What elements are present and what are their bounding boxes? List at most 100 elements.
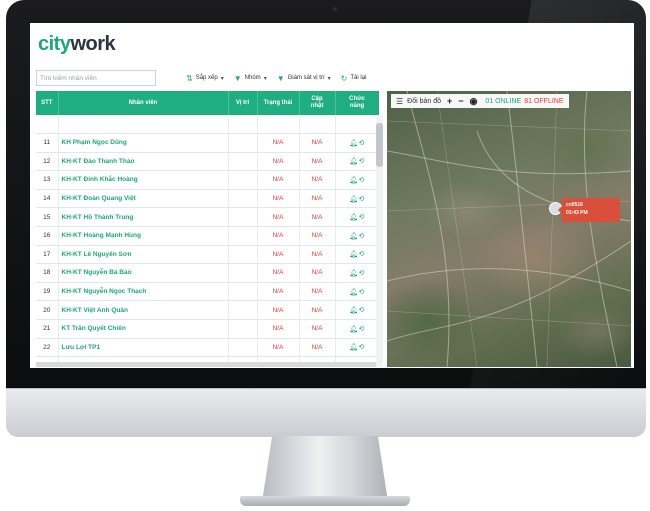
row-status: N/A (257, 319, 300, 339)
table-row[interactable]: 12 KH-KT Đào Thanh Thảo N/A N/A 🔔︎⟲ (36, 152, 379, 172)
table-row[interactable]: 19 KH-KT Nguyễn Ngọc Thạch N/A N/A 🔔︎⟲ (36, 282, 379, 302)
table-row[interactable]: 17 KH-KT Lê Nguyên Sơn N/A N/A 🔔︎⟲ (36, 245, 379, 265)
row-functions: 🔔︎⟲ (335, 300, 379, 320)
history-icon[interactable]: ⟲ (359, 196, 365, 203)
row-update: N/A (299, 207, 336, 227)
filter-icon: ▼ (276, 73, 285, 83)
history-icon[interactable]: ⟲ (359, 270, 365, 277)
row-status: N/A (257, 170, 300, 190)
row-functions: 🔔︎⟲ (335, 263, 379, 283)
row-status: N/A (257, 189, 300, 209)
row-employee-name[interactable]: KH-KT Hoàng Mạnh Hùng (58, 226, 229, 246)
row-stt: 14 (36, 189, 59, 209)
map-control-bar: ☰ Đổi bản đồ + − ◉ 01 ONLINE 81 OFFLINE (391, 94, 569, 108)
row-employee-name[interactable]: KH-KT Đinh Khắc Hoàng (58, 170, 229, 190)
horizontal-scrollbar[interactable] (36, 362, 376, 367)
citywork-logo: citywork (38, 33, 116, 55)
history-icon[interactable]: ⟲ (359, 251, 365, 258)
map-roads (387, 91, 631, 367)
bell-icon[interactable]: 🔔︎ (349, 196, 358, 203)
zoom-out-icon[interactable]: − (458, 96, 463, 106)
filter-icon: ▼ (233, 73, 242, 83)
row-employee-name[interactable]: KH Phạm Ngọc Dũng (58, 133, 229, 153)
row-position (228, 338, 258, 358)
row-update: N/A (299, 319, 336, 339)
chevron-down-icon: ▾ (220, 75, 224, 82)
header-employee[interactable]: Nhân viên (58, 91, 229, 115)
row-status: N/A (257, 282, 300, 302)
header-status[interactable]: Trạng thái (257, 91, 300, 115)
bell-icon[interactable]: 🔔︎ (349, 289, 358, 296)
history-icon[interactable]: ⟲ (359, 177, 365, 184)
row-employee-name[interactable]: KH-KT Đoàn Quang Việt (58, 189, 229, 209)
switch-map-button[interactable]: Đổi bản đồ (407, 98, 441, 105)
row-status: N/A (257, 226, 300, 246)
satellite-map[interactable]: ☰ Đổi bản đồ + − ◉ 01 ONLINE 81 OFFLINE … (387, 91, 631, 367)
bell-icon[interactable]: 🔔︎ (349, 140, 358, 147)
chevron-down-icon: ▾ (263, 75, 267, 82)
row-employee-name[interactable]: KH-KT Hồ Thành Trung (58, 207, 229, 227)
row-position (228, 189, 258, 209)
row-stt: 20 (36, 300, 59, 320)
locate-icon[interactable]: ◉ (470, 96, 478, 107)
bell-icon[interactable]: 🔔︎ (349, 251, 358, 258)
history-icon[interactable]: ⟲ (359, 158, 365, 165)
bell-icon[interactable]: 🔔︎ (349, 233, 358, 240)
reload-button[interactable]: ↻ Tải lại (341, 74, 367, 83)
history-icon[interactable]: ⟲ (359, 233, 365, 240)
table-row[interactable]: 14 KH-KT Đoàn Quang Việt N/A N/A 🔔︎⟲ (36, 189, 379, 209)
row-update: N/A (299, 263, 336, 283)
sort-button[interactable]: ⇅ Sắp xếp ▾ (186, 74, 224, 83)
table-row[interactable]: 22 Lưu Lợi TP1 N/A N/A 🔔︎⟲ (36, 338, 379, 358)
header-stt[interactable]: STT (36, 91, 59, 115)
bell-icon[interactable]: 🔔︎ (349, 307, 358, 314)
bell-icon[interactable]: 🔔︎ (349, 344, 358, 351)
header-update[interactable]: Cập nhật (299, 91, 336, 115)
history-icon[interactable]: ⟲ (359, 214, 365, 221)
bell-icon[interactable]: 🔔︎ (349, 177, 358, 184)
history-icon[interactable]: ⟲ (359, 344, 365, 351)
row-status: N/A (257, 152, 300, 172)
header-position[interactable]: Vị trí (228, 91, 258, 115)
table-row[interactable]: 20 KH-KT Việt Anh Quân N/A N/A 🔔︎⟲ (36, 300, 379, 320)
row-update: N/A (299, 245, 336, 265)
history-icon[interactable]: ⟲ (359, 140, 365, 147)
bell-icon[interactable]: 🔔︎ (349, 214, 358, 221)
zoom-in-icon[interactable]: + (447, 96, 452, 106)
search-input[interactable] (36, 70, 156, 86)
table-row[interactable]: 11 KH Phạm Ngọc Dũng N/A N/A 🔔︎⟲ (36, 133, 379, 153)
history-icon[interactable]: ⟲ (359, 289, 365, 296)
history-icon[interactable]: ⟲ (359, 326, 365, 333)
row-functions: 🔔︎⟲ (335, 282, 379, 302)
row-position (228, 226, 258, 246)
header-function[interactable]: Chức năng (335, 91, 379, 115)
bell-icon[interactable]: 🔔︎ (349, 326, 358, 333)
row-functions: 🔔︎⟲ (335, 226, 379, 246)
row-functions: 🔔︎⟲ (335, 245, 379, 265)
row-employee-name[interactable]: KT Trần Quyết Chiến (58, 319, 229, 339)
row-employee-name[interactable]: KH-KT Đào Thanh Thảo (58, 152, 229, 172)
row-employee-name[interactable]: KH-KT Việt Anh Quân (58, 300, 229, 320)
row-position (228, 170, 258, 190)
row-employee-name[interactable]: KH-KT Lê Nguyên Sơn (58, 245, 229, 265)
bell-icon[interactable]: 🔔︎ (349, 270, 358, 277)
marker-callout[interactable]: cn0516 03:43 PM (558, 198, 620, 222)
table-row[interactable]: 16 KH-KT Hoàng Mạnh Hùng N/A N/A 🔔︎⟲ (36, 226, 379, 246)
table-row[interactable]: 21 KT Trần Quyết Chiến N/A N/A 🔔︎⟲ (36, 319, 379, 339)
scrollbar-thumb[interactable] (376, 123, 383, 167)
table-scrollbar[interactable] (376, 115, 383, 367)
history-icon[interactable]: ⟲ (359, 307, 365, 314)
monitor-location-button[interactable]: ▼ Giám sát vị trí ▾ (277, 74, 331, 83)
row-employee-name[interactable]: KH-KT Nguyễn Ngọc Thạch (58, 282, 229, 302)
row-update: N/A (299, 170, 336, 190)
row-employee-name[interactable]: KH-KT Nguyễn Bá Bảo (58, 263, 229, 283)
bell-icon[interactable]: 🔔︎ (349, 158, 358, 165)
menu-icon[interactable]: ☰ (396, 97, 403, 106)
row-update: N/A (299, 300, 336, 320)
table-row[interactable]: 18 KH-KT Nguyễn Bá Bảo N/A N/A 🔔︎⟲ (36, 263, 379, 283)
row-stt: 15 (36, 207, 59, 227)
table-row[interactable]: 13 KH-KT Đinh Khắc Hoàng N/A N/A 🔔︎⟲ (36, 170, 379, 190)
row-employee-name[interactable]: Lưu Lợi TP1 (58, 338, 229, 358)
table-row[interactable]: 15 KH-KT Hồ Thành Trung N/A N/A 🔔︎⟲ (36, 207, 379, 227)
group-button[interactable]: ▼ Nhóm ▾ (234, 74, 267, 83)
